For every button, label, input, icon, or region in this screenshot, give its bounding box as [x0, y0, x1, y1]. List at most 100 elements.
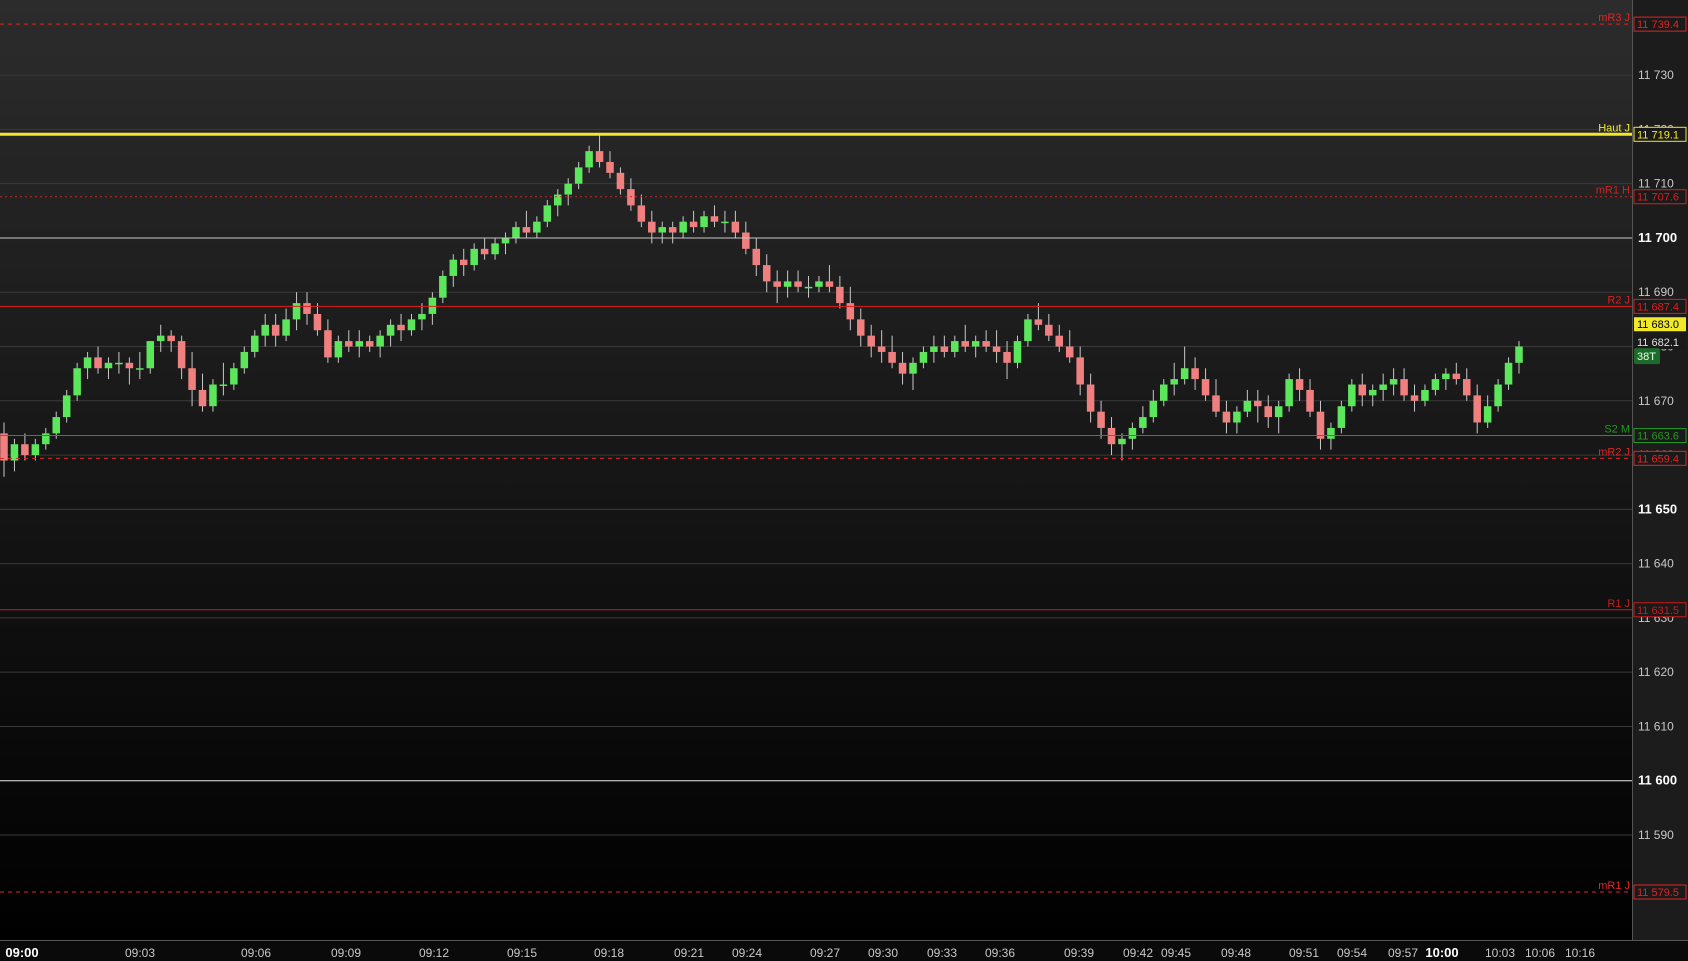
candle-down: [480, 248, 489, 255]
candle-down: [1410, 395, 1419, 401]
candle-down: [637, 205, 646, 222]
x-tick-label: 10:03: [1485, 946, 1515, 960]
level-name: mR1 J: [1598, 880, 1630, 892]
plot-background: [0, 0, 1632, 940]
y-tick-label: 11 730: [1638, 68, 1674, 82]
candle-down: [616, 172, 625, 190]
candle-down: [1295, 379, 1304, 390]
candle-up: [721, 221, 729, 224]
candle-up: [355, 341, 364, 347]
candle-up: [1128, 427, 1137, 439]
candle-down: [1003, 351, 1011, 363]
y-tick-label: 11 590: [1638, 828, 1674, 842]
candle-up: [1139, 417, 1147, 428]
level-name: R2 J: [1607, 294, 1630, 306]
level-name: mR2 J: [1598, 446, 1630, 458]
level-price-label: 11 739.4: [1637, 19, 1679, 31]
x-tick-label: 09:51: [1289, 946, 1319, 960]
candle-up: [230, 368, 238, 385]
candle-up: [1180, 368, 1189, 380]
candle-down: [1254, 400, 1262, 407]
price-marker-label: 11 682.1: [1637, 337, 1679, 349]
candle-down: [888, 351, 896, 363]
candle-up: [209, 384, 217, 407]
candle-up: [439, 275, 447, 298]
candle-up: [919, 351, 928, 363]
candle-down: [1097, 411, 1105, 428]
candle-down: [867, 335, 875, 347]
candle-up: [261, 324, 269, 336]
chart-window[interactable]: 11 73011 72011 71011 70011 69011 68011 6…: [0, 0, 1688, 961]
candle-down: [627, 189, 635, 206]
candle-down: [752, 248, 761, 266]
level-name: S2 M: [1604, 424, 1630, 436]
candle-down: [1358, 384, 1367, 396]
y-tick-label: 11 640: [1638, 557, 1674, 571]
candle-down: [1045, 324, 1053, 336]
candle-down: [459, 259, 468, 266]
candle-up: [971, 341, 980, 347]
candle-up: [491, 243, 499, 255]
level-name: mR1 H: [1596, 185, 1630, 197]
candle-up: [219, 384, 228, 387]
candle-up: [62, 395, 71, 418]
tick-counter-label: 38T: [1637, 351, 1656, 363]
candle-down: [668, 227, 677, 233]
candle-down: [1400, 379, 1408, 396]
candle-up: [1483, 406, 1492, 423]
candle-up: [1421, 389, 1429, 401]
candle-down: [710, 216, 719, 222]
candle-up: [815, 281, 823, 287]
candle-up: [470, 248, 478, 266]
candle-up: [1515, 346, 1523, 363]
candle-down: [742, 232, 750, 249]
y-tick-label: 11 670: [1638, 394, 1674, 408]
candle-up: [804, 286, 813, 289]
candle-down: [397, 324, 405, 331]
candle-up: [146, 341, 155, 369]
price-chart[interactable]: 11 73011 72011 71011 70011 69011 68011 6…: [0, 0, 1688, 961]
candle-up: [1379, 384, 1387, 390]
candle-up: [1159, 384, 1168, 401]
candle-down: [825, 281, 834, 287]
candle-down: [1212, 395, 1220, 412]
candle-down: [982, 341, 990, 347]
x-tick-label: 09:12: [419, 946, 449, 960]
candle-down: [0, 433, 8, 461]
candle-up: [512, 227, 520, 238]
candle-down: [345, 341, 353, 347]
candle-up: [585, 151, 593, 168]
candle-up: [1494, 384, 1502, 407]
x-tick-label: 09:06: [241, 946, 271, 960]
candle-up: [574, 167, 583, 184]
candle-down: [365, 341, 374, 347]
level-name: Haut J: [1598, 122, 1630, 134]
candle-down: [648, 221, 656, 233]
candle-down: [961, 341, 970, 347]
candle-up: [1327, 427, 1335, 439]
candle-up: [1149, 400, 1158, 418]
candle-up: [1389, 379, 1398, 385]
x-tick-label: 09:00: [5, 945, 38, 960]
x-tick-label: 09:45: [1161, 946, 1191, 960]
candle-down: [1086, 384, 1095, 412]
x-tick-label: 10:06: [1525, 946, 1555, 960]
level-price-label: 11 687.4: [1637, 301, 1679, 313]
candle-up: [951, 341, 959, 352]
candle-up: [1285, 379, 1293, 407]
candle-up: [700, 216, 708, 228]
y-tick-label: 11 620: [1638, 665, 1674, 679]
candle-down: [794, 281, 802, 287]
candle-up: [1170, 379, 1178, 385]
candle-down: [773, 281, 781, 287]
candle-up: [1013, 341, 1022, 363]
candle-up: [52, 417, 61, 434]
x-tick-label: 09:27: [810, 946, 840, 960]
candle-down: [94, 357, 102, 369]
candle-down: [177, 341, 186, 369]
candle-down: [1191, 368, 1199, 380]
candle-down: [1034, 319, 1043, 325]
candle-down: [992, 346, 1001, 352]
candle-down: [324, 330, 332, 358]
level-price-label: 11 659.4: [1637, 453, 1679, 465]
